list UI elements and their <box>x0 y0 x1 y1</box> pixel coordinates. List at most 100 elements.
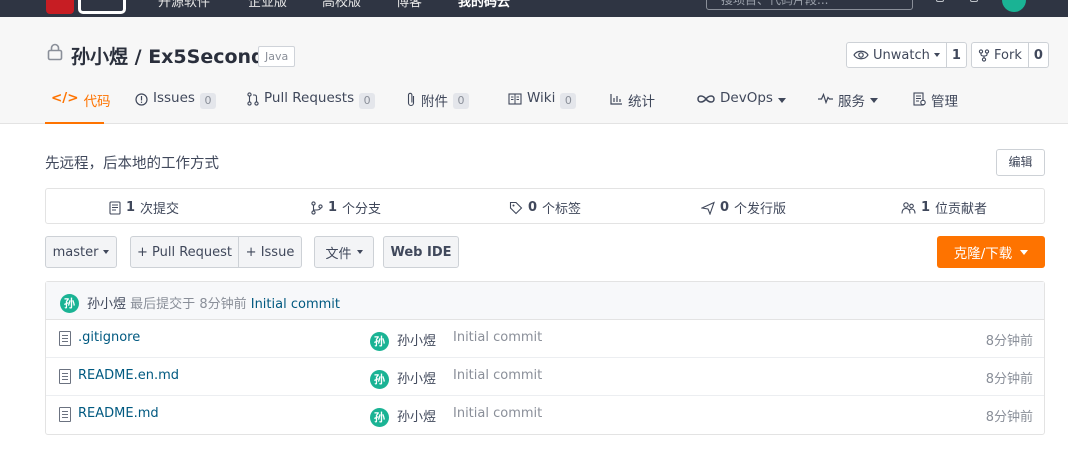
file-icon <box>59 331 71 346</box>
stat-branches-label: 个分支 <box>342 202 382 217</box>
pulse-icon <box>818 93 833 104</box>
tab-issues[interactable]: Issues 0 <box>135 90 216 124</box>
file-icon <box>59 369 71 384</box>
tab-stats[interactable]: 统计 <box>610 90 655 124</box>
web-ide-button[interactable]: Web IDE <box>383 236 459 268</box>
clone-download-label: 克隆/下载 <box>953 246 1013 262</box>
fork-button-group: Fork 0 <box>971 42 1049 68</box>
repo-title: 孙小煜 / Ex5Second <box>71 42 265 69</box>
stat-contributors[interactable]: 1 位贡献者 <box>901 198 987 217</box>
release-icon <box>701 200 715 215</box>
file-name-link[interactable]: README.en.md <box>78 368 179 383</box>
add-icon[interactable] <box>970 0 978 2</box>
branch-select[interactable]: master <box>45 236 117 268</box>
repo-owner-link[interactable]: 孙小煜 <box>71 46 128 68</box>
file-name-link[interactable]: .gitignore <box>78 330 140 345</box>
tab-manage-label: 管理 <box>931 94 958 110</box>
chevron-down-icon <box>870 98 878 103</box>
tab-stats-label: 统计 <box>628 94 655 110</box>
last-commit-header: 孙 孙小煜 最后提交于 8分钟前 Initial commit <box>46 282 1044 320</box>
file-commit-message[interactable]: Initial commit <box>453 406 542 421</box>
nav-my-gitee[interactable]: 我的码云 <box>458 0 510 10</box>
lock-icon <box>47 43 63 61</box>
pull-requests-count-badge: 0 <box>359 93 376 109</box>
repo-separator: / <box>128 46 149 68</box>
repo-name-link[interactable]: Ex5Second <box>148 46 264 68</box>
tab-attachments-label: 附件 <box>421 94 448 110</box>
nav-education[interactable]: 高校版 <box>322 0 361 10</box>
nav-blog[interactable]: 博客 <box>396 0 422 10</box>
file-commit-author[interactable]: 孙小煜 <box>397 406 436 425</box>
bar-chart-icon <box>610 94 622 105</box>
fork-icon <box>978 48 990 62</box>
book-icon <box>508 93 522 105</box>
fork-label: Fork <box>994 47 1022 63</box>
search-input[interactable]: 搜项目、代码片段... <box>706 0 913 10</box>
nav-opensource[interactable]: 开源软件 <box>158 0 210 10</box>
nav-enterprise[interactable]: 企业版 <box>248 0 287 10</box>
file-commit-message[interactable]: Initial commit <box>453 368 542 383</box>
tab-pull-requests-label: Pull Requests <box>264 90 355 106</box>
file-name-link[interactable]: README.md <box>78 406 159 421</box>
file-commit-author[interactable]: 孙小煜 <box>397 368 436 387</box>
repo-stats-bar: 1 次提交 1 个分支 0 个标签 0 个发行版 1 位贡献者 <box>45 188 1045 224</box>
clone-download-button[interactable]: 克隆/下载 <box>937 236 1045 268</box>
fork-count[interactable]: 0 <box>1029 43 1048 67</box>
unwatch-button[interactable]: Unwatch <box>847 43 947 67</box>
fork-button[interactable]: Fork <box>972 43 1029 67</box>
tab-services-label: 服务 <box>838 94 865 110</box>
tab-wiki-label: Wiki <box>527 90 556 106</box>
commit-icon <box>109 200 121 215</box>
attachments-count-badge: 0 <box>453 93 469 109</box>
tab-manage[interactable]: 管理 <box>913 90 958 124</box>
chevron-down-icon <box>1020 249 1029 255</box>
pull-request-icon <box>247 92 259 106</box>
watch-count[interactable]: 1 <box>947 43 966 67</box>
contributors-icon <box>901 201 916 214</box>
wiki-count-badge: 0 <box>560 93 577 109</box>
tab-pull-requests[interactable]: Pull Requests 0 <box>247 90 376 124</box>
top-navbar: 开源软件 企业版 高校版 博客 我的码云 搜项目、代码片段... <box>0 0 1068 17</box>
stat-releases[interactable]: 0 个发行版 <box>701 198 786 217</box>
commit-time: 8分钟前 <box>199 297 247 312</box>
new-pull-request-button[interactable]: + Pull Request <box>131 237 239 267</box>
commit-message-link[interactable]: Initial commit <box>251 297 340 312</box>
repo-header: 孙小煜 / Ex5Second Java Unwatch 1 Fork 0 </… <box>0 17 1068 124</box>
gitee-logo[interactable] <box>46 0 130 14</box>
tab-attachments[interactable]: 附件 0 <box>406 90 469 124</box>
new-issue-button[interactable]: + Issue <box>239 237 301 267</box>
edit-description-button[interactable]: 编辑 <box>996 149 1045 176</box>
stat-commits[interactable]: 1 次提交 <box>109 198 179 217</box>
file-commit-author[interactable]: 孙小煜 <box>397 330 436 349</box>
last-commit-info: 孙小煜 最后提交于 8分钟前 Initial commit <box>87 293 340 312</box>
branch-icon <box>311 200 323 215</box>
avatar[interactable]: 孙 <box>370 408 389 427</box>
avatar[interactable]: 孙 <box>370 370 389 389</box>
avatar[interactable]: 孙 <box>370 332 389 351</box>
file-commit-time: 8分钟前 <box>985 372 1033 387</box>
user-avatar[interactable] <box>1002 0 1026 12</box>
settings-doc-icon <box>913 92 926 106</box>
files-dropdown[interactable]: 文件 <box>314 236 374 268</box>
tab-wiki[interactable]: Wiki 0 <box>508 90 577 124</box>
tab-services[interactable]: 服务 <box>818 90 878 124</box>
notification-icon[interactable] <box>936 0 944 2</box>
branch-select-label: master <box>52 244 99 260</box>
file-commit-message[interactable]: Initial commit <box>453 330 542 345</box>
stat-branches[interactable]: 1 个分支 <box>311 198 381 217</box>
tag-icon <box>509 201 523 214</box>
eye-icon <box>853 50 869 60</box>
avatar[interactable]: 孙 <box>60 294 79 313</box>
tab-devops[interactable]: DevOps <box>697 90 786 124</box>
new-pr-issue-group: + Pull Request + Issue <box>130 236 302 268</box>
stat-tags[interactable]: 0 个标签 <box>509 198 581 217</box>
tab-code[interactable]: </> 代码 <box>45 90 111 124</box>
unwatch-label: Unwatch <box>873 47 930 63</box>
commit-prefix: 最后提交于 <box>130 297 196 312</box>
chevron-down-icon <box>933 53 940 57</box>
repo-description: 先远程，后本地的工作方式 <box>45 156 219 172</box>
chevron-down-icon <box>103 250 110 254</box>
stat-commits-label: 次提交 <box>140 202 180 217</box>
search-placeholder: 搜项目、代码片段... <box>721 0 829 7</box>
commit-author-link[interactable]: 孙小煜 <box>87 297 126 312</box>
